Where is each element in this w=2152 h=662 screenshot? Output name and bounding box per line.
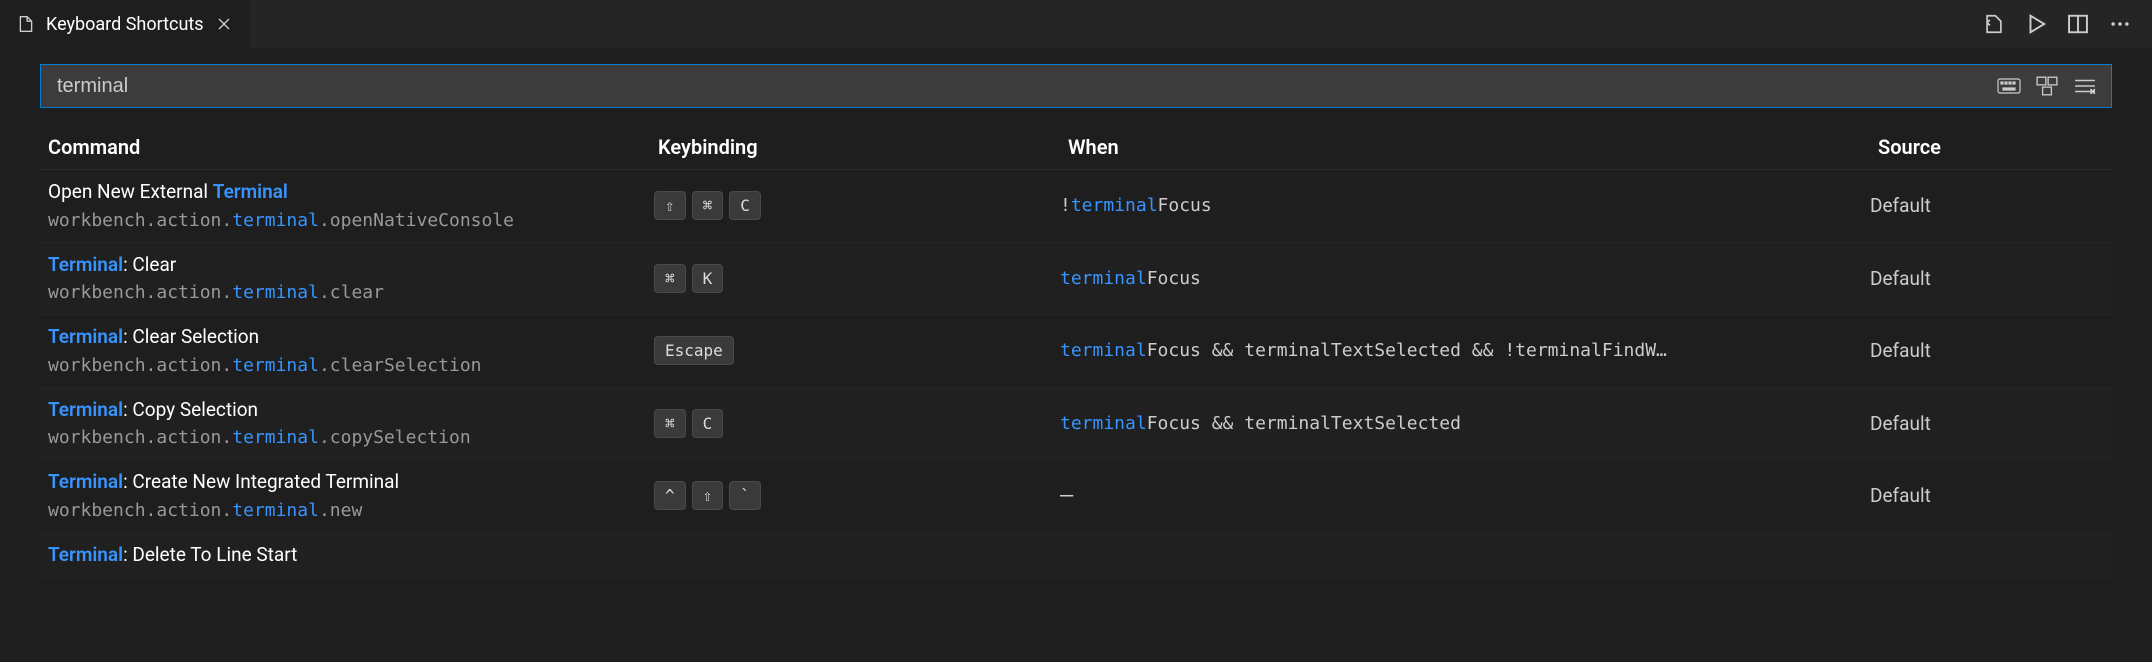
- command-id: workbench.action.terminal.clear: [48, 279, 650, 306]
- command-title: Open New External Terminal: [48, 178, 650, 207]
- col-source[interactable]: Source: [1870, 135, 2060, 159]
- key-cap: C: [692, 409, 724, 438]
- table-header: Command Keybinding When Source: [40, 124, 2112, 170]
- when-cell: terminalFocus && terminalTextSelected &&…: [1060, 340, 1870, 361]
- keybinding-cell: ⇧⌘C: [650, 191, 1060, 220]
- when-cell: terminalFocus && terminalTextSelected: [1060, 413, 1870, 434]
- command-id: workbench.action.terminal.new: [48, 497, 650, 524]
- run-icon[interactable]: [2024, 12, 2048, 36]
- tab-title: Keyboard Shortcuts: [46, 14, 204, 35]
- key-cap: ⇧: [654, 191, 686, 220]
- editor-tab-bar: Keyboard Shortcuts: [0, 0, 2152, 48]
- open-keybindings-json-icon[interactable]: [1982, 12, 2006, 36]
- keybinding-cell: ⌘C: [650, 409, 1060, 438]
- key-cap: ⇧: [692, 481, 724, 510]
- key-cap: C: [729, 191, 761, 220]
- key-cap: ⌘: [654, 409, 686, 438]
- col-when[interactable]: When: [1060, 135, 1870, 159]
- col-keybinding[interactable]: Keybinding: [650, 135, 1060, 159]
- source-cell: Default: [1870, 267, 2060, 290]
- command-id: workbench.action.terminal.clearSelection: [48, 352, 650, 379]
- table-row[interactable]: Terminal: Delete To Line Start: [40, 533, 2112, 579]
- table-row[interactable]: Open New External Terminalworkbench.acti…: [40, 170, 2112, 243]
- editor-actions: [1982, 12, 2152, 36]
- table-row[interactable]: Terminal: Clear Selectionworkbench.actio…: [40, 315, 2112, 388]
- key-cap: ^: [654, 481, 686, 510]
- command-title: Terminal: Delete To Line Start: [48, 541, 650, 570]
- key-cap: `: [729, 481, 761, 510]
- table-body: Open New External Terminalworkbench.acti…: [40, 170, 2112, 578]
- command-cell: Terminal: Clear Selectionworkbench.actio…: [40, 323, 650, 379]
- more-actions-icon[interactable]: [2108, 12, 2132, 36]
- tab-keyboard-shortcuts[interactable]: Keyboard Shortcuts: [0, 0, 251, 48]
- keybindings-table: Command Keybinding When Source Open New …: [40, 124, 2112, 578]
- command-cell: Terminal: Copy Selectionworkbench.action…: [40, 396, 650, 452]
- key-cap: ⌘: [692, 191, 724, 220]
- close-icon[interactable]: [214, 14, 234, 34]
- command-title: Terminal: Clear Selection: [48, 323, 650, 352]
- source-cell: Default: [1870, 484, 2060, 507]
- search-container: [0, 48, 2152, 114]
- search-input[interactable]: [51, 75, 1997, 98]
- command-id: workbench.action.terminal.copySelection: [48, 424, 650, 451]
- when-cell: !terminalFocus: [1060, 195, 1870, 216]
- when-cell: —: [1060, 483, 1870, 508]
- table-row[interactable]: Terminal: Copy Selectionworkbench.action…: [40, 388, 2112, 461]
- file-icon: [16, 14, 36, 34]
- search-actions: [1997, 74, 2101, 98]
- split-editor-icon[interactable]: [2066, 12, 2090, 36]
- key-cap: K: [692, 264, 724, 293]
- key-cap: ⌘: [654, 264, 686, 293]
- key-cap: Escape: [654, 336, 734, 365]
- source-cell: Default: [1870, 194, 2060, 217]
- clear-search-icon[interactable]: [2073, 74, 2097, 98]
- keybinding-cell: ⌘K: [650, 264, 1060, 293]
- sort-precedence-icon[interactable]: [2035, 74, 2059, 98]
- table-row[interactable]: Terminal: Create New Integrated Terminal…: [40, 460, 2112, 533]
- source-cell: Default: [1870, 412, 2060, 435]
- keybinding-cell: ^⇧`: [650, 481, 1060, 510]
- keybinding-cell: Escape: [650, 336, 1060, 365]
- source-cell: Default: [1870, 339, 2060, 362]
- when-cell: terminalFocus: [1060, 268, 1870, 289]
- record-keys-icon[interactable]: [1997, 74, 2021, 98]
- table-row[interactable]: Terminal: Clearworkbench.action.terminal…: [40, 243, 2112, 316]
- command-cell: Terminal: Clearworkbench.action.terminal…: [40, 251, 650, 307]
- command-title: Terminal: Create New Integrated Terminal: [48, 468, 650, 497]
- command-cell: Terminal: Delete To Line Start: [40, 541, 650, 570]
- col-command[interactable]: Command: [40, 135, 650, 159]
- command-title: Terminal: Clear: [48, 251, 650, 280]
- search-box: [40, 64, 2112, 108]
- command-title: Terminal: Copy Selection: [48, 396, 650, 425]
- command-id: workbench.action.terminal.openNativeCons…: [48, 207, 650, 234]
- command-cell: Open New External Terminalworkbench.acti…: [40, 178, 650, 234]
- command-cell: Terminal: Create New Integrated Terminal…: [40, 468, 650, 524]
